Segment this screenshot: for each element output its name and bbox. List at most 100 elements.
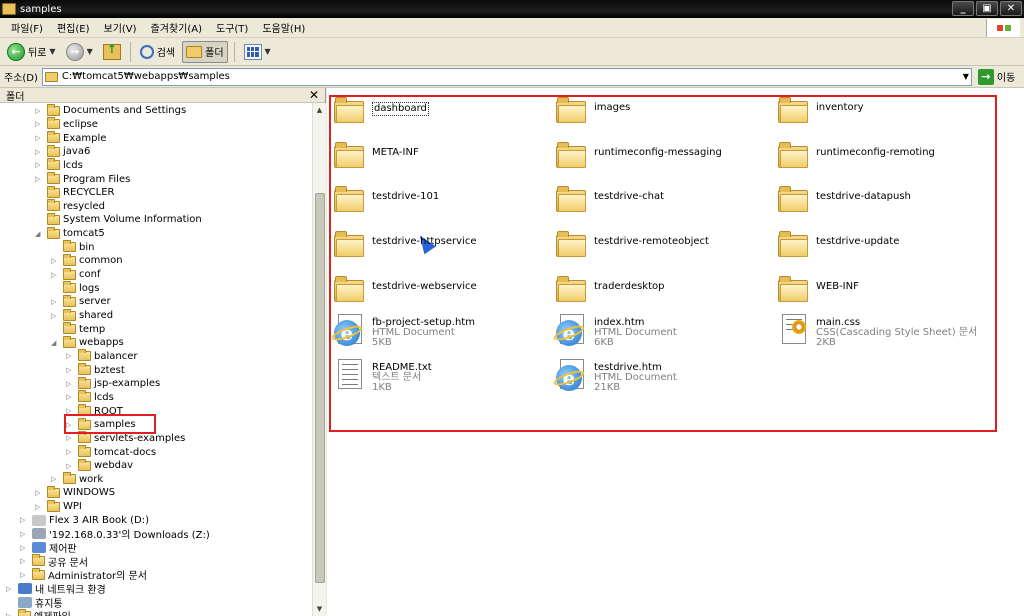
expand-toggle-icon[interactable]: ▷	[35, 489, 43, 497]
tree-item-work[interactable]: ▷ work	[51, 472, 103, 487]
expand-toggle-icon[interactable]: ▷	[20, 571, 28, 579]
expand-toggle-icon[interactable]: ▷	[35, 120, 43, 128]
expand-toggle-icon[interactable]: ▷	[51, 475, 59, 483]
expand-toggle-icon[interactable]: ▷	[20, 557, 28, 565]
folder-item[interactable]: testdrive-101	[334, 184, 439, 212]
tree-item-resycled[interactable]: resycled	[35, 199, 105, 214]
tree-item-휴지통[interactable]: 휴지통	[6, 595, 63, 610]
tree-item-webapps[interactable]: ◢ webapps	[51, 335, 124, 350]
expand-toggle-icon[interactable]: ▷	[20, 530, 28, 538]
folder-item[interactable]: runtimeconfig-remoting	[778, 140, 935, 168]
chevron-down-icon[interactable]: ▼	[963, 72, 969, 81]
close-button[interactable]: ✕	[1000, 1, 1022, 16]
folder-item[interactable]: images	[556, 95, 630, 123]
menu-file[interactable]: 파일(F)	[4, 20, 50, 35]
tree-item-temp[interactable]: temp	[51, 322, 105, 336]
expand-toggle-icon[interactable]: ▷	[66, 366, 74, 374]
go-button[interactable]: → 이동	[977, 68, 1015, 85]
tree-item-bztest[interactable]: ▷ bztest	[66, 363, 125, 377]
expand-toggle-icon[interactable]: ▷	[66, 448, 74, 456]
tree-item-documents-and-settings[interactable]: ▷ Documents and Settings	[35, 103, 186, 118]
tree-item-example[interactable]: ▷ Example	[35, 131, 106, 145]
tree-item-eclipse[interactable]: ▷ eclipse	[35, 117, 98, 132]
tree-item-balancer[interactable]: ▷ balancer	[66, 349, 137, 364]
minimize-button[interactable]: _	[952, 1, 974, 16]
expand-toggle-icon[interactable]: ▷	[51, 271, 59, 279]
folder-item[interactable]: traderdesktop	[556, 274, 664, 302]
file-item[interactable]: main.css CSS(Cascading Style Sheet) 문서 2KB	[778, 314, 977, 348]
scroll-thumb[interactable]	[315, 193, 325, 583]
chevron-down-icon[interactable]: ▼	[87, 47, 93, 56]
expand-toggle-icon[interactable]: ▷	[51, 298, 59, 306]
tree-item-jsp-examples[interactable]: ▷ jsp-examples	[66, 376, 160, 391]
close-icon[interactable]: ✕	[309, 88, 319, 102]
tree-item-flex-3-air-book-d[interactable]: ▷ Flex 3 AIR Book (D:)	[20, 514, 149, 528]
folder-item[interactable]: dashboard	[334, 95, 429, 123]
expand-toggle-icon[interactable]: ▷	[51, 312, 59, 320]
folder-item[interactable]: WEB-INF	[778, 274, 859, 302]
menu-edit[interactable]: 편집(E)	[50, 20, 97, 35]
tree-item-제어판[interactable]: ▷ 제어판	[20, 541, 77, 555]
scroll-up-icon[interactable]: ▲	[313, 103, 326, 117]
tree-item-server[interactable]: ▷ server	[51, 294, 111, 309]
tree-item-192-168-0-33-의-downloads-z[interactable]: ▷ '192.168.0.33'의 Downloads (Z:)	[20, 527, 210, 541]
expand-toggle-icon[interactable]: ▷	[35, 175, 43, 183]
search-button[interactable]: 검색	[137, 41, 178, 63]
expand-toggle-icon[interactable]: ▷	[6, 585, 14, 593]
file-item[interactable]: e fb-project-setup.htm HTML Document 5KB	[330, 314, 475, 348]
expand-toggle-icon[interactable]: ▷	[66, 462, 74, 470]
expand-toggle-icon[interactable]: ▷	[66, 434, 74, 442]
folder-item[interactable]: testdrive-update	[778, 229, 899, 257]
folder-item[interactable]: testdrive-webservice	[334, 274, 477, 302]
tree-item-lcds[interactable]: ▷ lcds	[35, 158, 83, 173]
tree-item-java6[interactable]: ▷ java6	[35, 144, 90, 159]
tree-item-tomcat5[interactable]: ◢ tomcat5	[35, 226, 105, 241]
file-item[interactable]: e testdrive.htm HTML Document 21KB	[552, 359, 677, 393]
scroll-down-icon[interactable]: ▼	[313, 602, 326, 616]
menu-view[interactable]: 보기(V)	[97, 20, 144, 35]
menu-tools[interactable]: 도구(T)	[209, 20, 255, 35]
folder-item[interactable]: testdrive-httpservice	[334, 229, 476, 257]
expand-toggle-icon[interactable]: ▷	[35, 161, 43, 169]
expand-toggle-icon[interactable]: ▷	[51, 257, 59, 265]
tree-item-shared[interactable]: ▷ shared	[51, 308, 113, 323]
tree-item-windows[interactable]: ▷ WINDOWS	[35, 485, 115, 500]
expand-toggle-icon[interactable]: ◢	[35, 230, 43, 238]
expand-toggle-icon[interactable]: ▷	[66, 352, 74, 360]
folder-item[interactable]: runtimeconfig-messaging	[556, 140, 722, 168]
tree-item-webdav[interactable]: ▷ webdav	[66, 458, 133, 473]
expand-toggle-icon[interactable]: ▷	[35, 148, 43, 156]
menu-favorites[interactable]: 즐겨찾기(A)	[144, 20, 209, 35]
tree-item-system-volume-information[interactable]: System Volume Information	[35, 212, 202, 227]
expand-toggle-icon[interactable]: ▷	[35, 107, 43, 115]
views-button[interactable]: ▼	[241, 41, 274, 63]
tree-item-logs[interactable]: logs	[51, 281, 99, 295]
folder-item[interactable]: testdrive-chat	[556, 184, 664, 212]
tree-item-lcds[interactable]: ▷ lcds	[66, 390, 114, 405]
tree-item-administrator의-문서[interactable]: ▷ Administrator의 문서	[20, 567, 147, 582]
file-item[interactable]: e index.htm HTML Document 6KB	[552, 314, 677, 348]
expand-toggle-icon[interactable]: ▷	[66, 380, 74, 388]
folder-item[interactable]: inventory	[778, 95, 864, 123]
address-input[interactable]: C:₩tomcat5₩webapps₩samples ▼	[41, 67, 972, 86]
forward-button[interactable]: → ▼	[63, 41, 96, 63]
tree-item-common[interactable]: ▷ common	[51, 253, 123, 268]
tree-item-내-네트워크-환경[interactable]: ▷ 내 네트워크 환경	[6, 582, 106, 596]
tree-item-예제파일[interactable]: ▷ 예제파일	[6, 608, 71, 616]
tree-item-tomcat-docs[interactable]: ▷ tomcat-docs	[66, 445, 156, 459]
folder-item[interactable]: testdrive-datapush	[778, 184, 911, 212]
back-button[interactable]: ← 뒤로 ▼	[4, 41, 59, 63]
tree-item-wpi[interactable]: ▷ WPI	[35, 499, 82, 514]
expand-toggle-icon[interactable]: ▷	[35, 503, 43, 511]
tree-item-conf[interactable]: ▷ conf	[51, 267, 100, 282]
folder-item[interactable]: testdrive-remoteobject	[556, 229, 709, 257]
expand-toggle-icon[interactable]: ▷	[66, 393, 74, 401]
up-folder-button[interactable]	[100, 41, 124, 63]
tree-item-공유-문서[interactable]: ▷ 공유 문서	[20, 554, 88, 569]
tree-item-program-files[interactable]: ▷ Program Files	[35, 172, 130, 186]
folders-button[interactable]: 폴더	[182, 40, 228, 63]
folder-item[interactable]: META-INF	[334, 140, 419, 168]
expand-toggle-icon[interactable]: ▷	[6, 612, 14, 616]
maximize-button[interactable]: ▣	[976, 1, 998, 16]
tree-item-bin[interactable]: bin	[51, 240, 94, 255]
